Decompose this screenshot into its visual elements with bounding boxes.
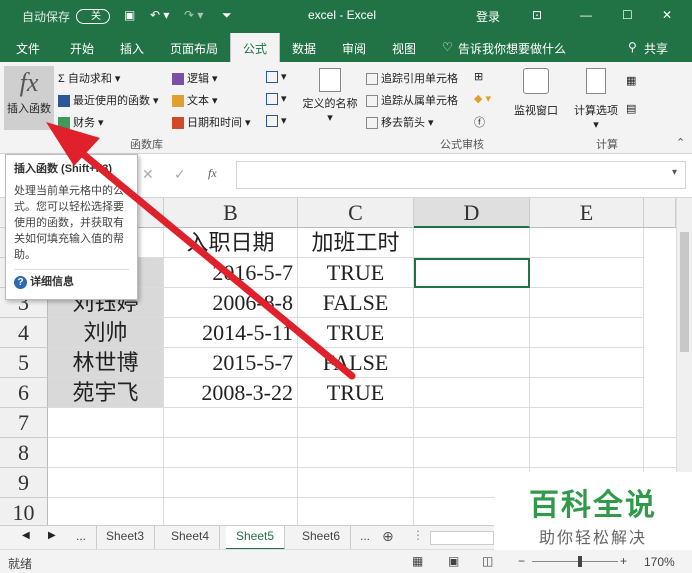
- red-arrow-annotation: [46, 122, 356, 380]
- arrow-shaft: [62, 136, 356, 380]
- excel-window: 自动保存 关 ▣ ↶ ▾ ↷ ▾ ⏷ excel - Excel 登录 ⊡ — …: [0, 0, 692, 573]
